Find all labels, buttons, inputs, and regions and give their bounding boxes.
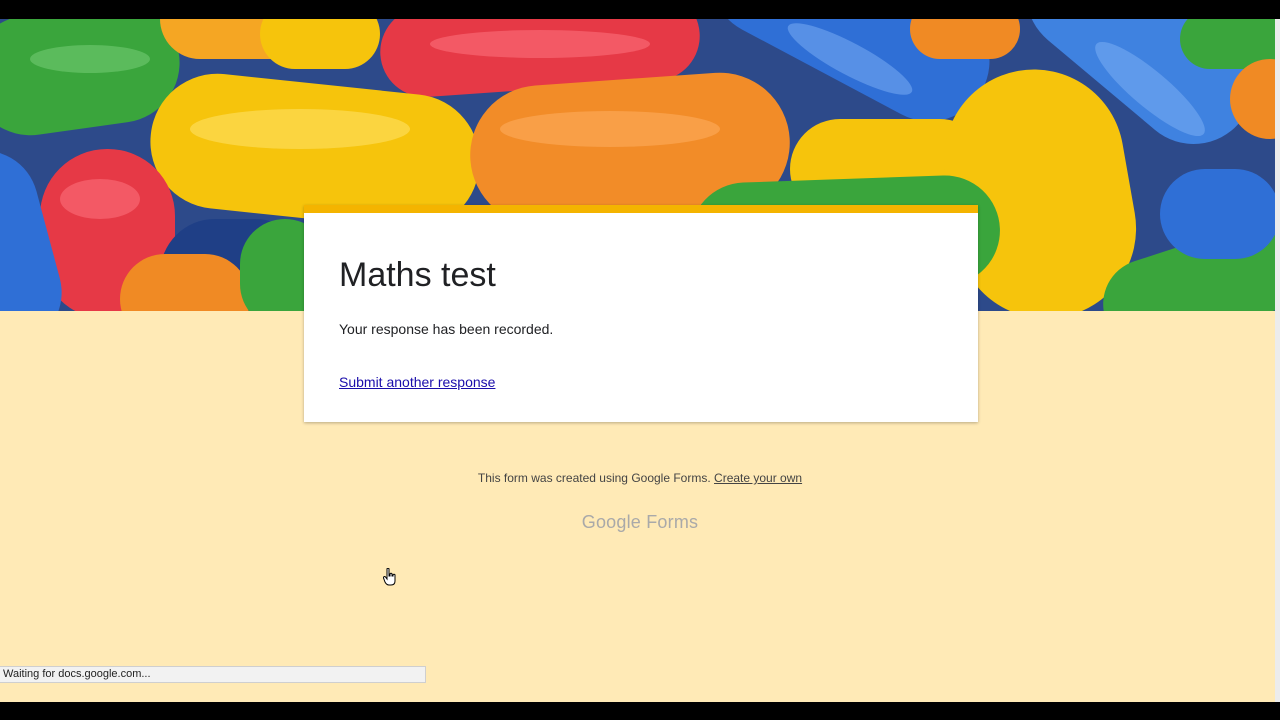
footer-created-text: This form was created using Google Forms… [477, 471, 711, 485]
page-scrollbar[interactable] [1275, 19, 1280, 702]
submit-another-response-link[interactable]: Submit another response [339, 374, 495, 390]
logo-google-text: Google [581, 512, 642, 532]
google-forms-logo[interactable]: Google Forms [0, 512, 1275, 533]
create-your-own-link[interactable]: Create your own [714, 471, 802, 485]
confirmation-message: Your response has been recorded. [339, 321, 554, 337]
footer-note: This form was created using Google Forms… [0, 471, 1275, 485]
browser-status-bar: Waiting for docs.google.com... [0, 666, 426, 683]
confirmation-card: Maths test Your response has been record… [304, 205, 978, 422]
form-title: Maths test [339, 256, 496, 294]
hand-pointer-icon [383, 568, 396, 586]
logo-forms-text: Forms [646, 512, 699, 532]
form-page: Maths test Your response has been record… [0, 19, 1275, 702]
